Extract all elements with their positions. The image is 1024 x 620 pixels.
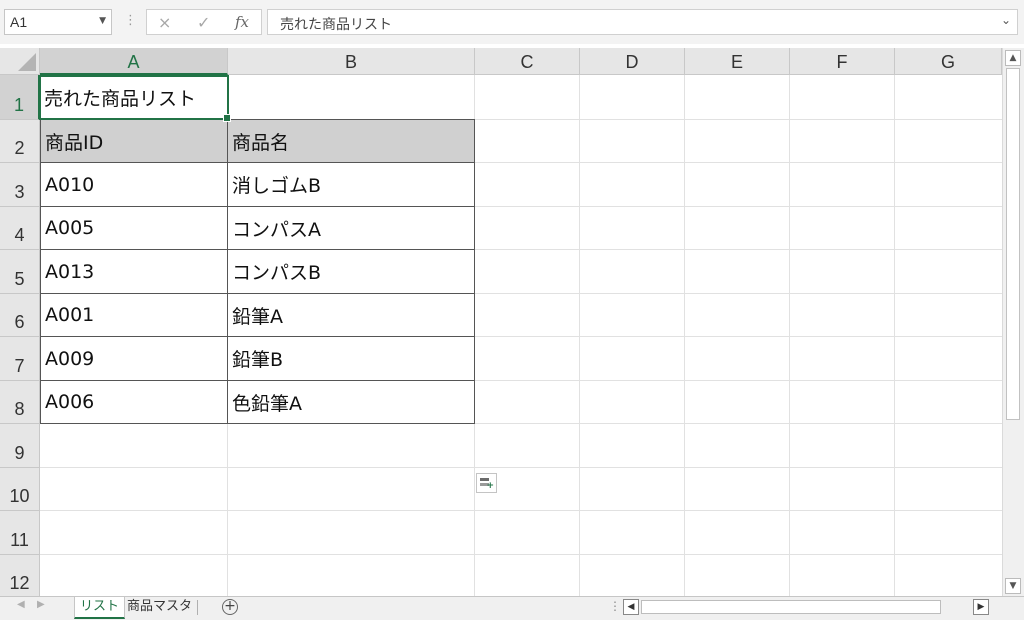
cell-a8[interactable]: A006 [40, 381, 228, 424]
enter-icon[interactable]: ✓ [197, 13, 210, 32]
cell-a3[interactable]: A010 [40, 163, 228, 207]
vertical-scroll-thumb[interactable] [1006, 68, 1020, 420]
row-number: 8 [14, 399, 25, 419]
horizontal-scroll-thumb[interactable] [641, 600, 941, 614]
scroll-up-icon[interactable]: ▲ [1005, 50, 1021, 66]
splitter-handle[interactable]: ⋮ [609, 599, 621, 613]
formula-bar: A1 ▼ ⋮ × ✓ fx 売れた商品リスト ⌄ [0, 0, 1024, 44]
column-header-b[interactable]: B [228, 48, 475, 75]
formula-buttons: × ✓ fx [146, 9, 262, 35]
scroll-right-icon[interactable]: ▶ [973, 599, 989, 615]
row-number: 9 [14, 443, 25, 463]
cell-b7[interactable]: 鉛筆B [228, 337, 475, 381]
row-number: 12 [9, 573, 30, 593]
cell-b8[interactable]: 色鉛筆A [228, 381, 475, 424]
gridline [40, 510, 1002, 511]
tab-separator [197, 600, 198, 615]
row-header-4[interactable]: 4 [0, 207, 40, 250]
column-header-a[interactable]: A [40, 48, 228, 75]
cell-a5[interactable]: A013 [40, 250, 228, 294]
row-number: 3 [14, 182, 25, 202]
row-header-8[interactable]: 8 [0, 381, 40, 424]
spreadsheet-grid[interactable]: A B C D E F G 1 2 3 4 5 6 7 8 9 10 11 12… [0, 48, 1002, 596]
cell-b4[interactable]: コンパスA [228, 207, 475, 250]
row-header-12[interactable]: 12 [0, 555, 40, 596]
active-cell-selection[interactable] [39, 75, 231, 122]
row-header-7[interactable]: 7 [0, 337, 40, 381]
row-header-3[interactable]: 3 [0, 163, 40, 207]
tab-product-master[interactable]: 商品マスタ [122, 597, 197, 619]
chevron-down-icon[interactable]: ▼ [99, 16, 106, 26]
cell-b5[interactable]: コンパスB [228, 250, 475, 294]
gridline [40, 467, 1002, 468]
row-number: 2 [14, 138, 25, 158]
fill-handle[interactable] [223, 114, 231, 122]
row-header-5[interactable]: 5 [0, 250, 40, 294]
row-number: 5 [14, 269, 25, 289]
tab-list[interactable]: リスト [74, 597, 126, 619]
formula-input[interactable]: 売れた商品リスト ⌄ [267, 9, 1018, 35]
cell-b2-header[interactable]: 商品名 [228, 119, 475, 163]
name-box-value: A1 [10, 14, 28, 30]
column-header-c[interactable]: C [475, 48, 580, 75]
column-header-d[interactable]: D [580, 48, 685, 75]
quick-analysis-icon[interactable]: + [476, 473, 497, 493]
row-header-1[interactable]: 1 [0, 75, 40, 120]
add-sheet-icon[interactable]: + [222, 599, 238, 615]
splitter-handle[interactable]: ⋮ [124, 13, 137, 28]
scroll-left-icon[interactable]: ◀ [623, 599, 639, 615]
tab-scroll-right-icon[interactable]: ▶ [37, 599, 45, 610]
cell-a7[interactable]: A009 [40, 337, 228, 381]
formula-content: 売れた商品リスト [280, 17, 392, 33]
name-box[interactable]: A1 ▼ [4, 9, 112, 35]
row-number: 1 [13, 95, 24, 115]
row-header-9[interactable]: 9 [0, 424, 40, 468]
cancel-icon[interactable]: × [158, 13, 171, 32]
row-number: 6 [14, 312, 25, 332]
scroll-down-icon[interactable]: ▼ [1005, 578, 1021, 594]
row-header-10[interactable]: 10 [0, 468, 40, 511]
row-number: 7 [14, 356, 25, 376]
cell-b6[interactable]: 鉛筆A [228, 294, 475, 337]
cell-a4[interactable]: A005 [40, 207, 228, 250]
row-header-11[interactable]: 11 [0, 511, 40, 555]
cell-a6[interactable]: A001 [40, 294, 228, 337]
cell-b3[interactable]: 消しゴムB [228, 163, 475, 207]
gridline [40, 554, 1002, 555]
column-header-f[interactable]: F [790, 48, 895, 75]
sheet-tab-bar: ◀ ▶ リスト 商品マスタ + ⋮ ◀ ▶ [0, 596, 1024, 620]
horizontal-scrollbar[interactable]: ◀ ▶ [623, 599, 1005, 616]
vertical-scrollbar[interactable]: ▲ ▼ [1002, 48, 1024, 596]
row-header-2[interactable]: 2 [0, 120, 40, 163]
select-all-button[interactable] [0, 48, 40, 75]
column-header-e[interactable]: E [685, 48, 790, 75]
row-header-6[interactable]: 6 [0, 294, 40, 337]
row-number: 11 [10, 530, 29, 550]
tab-scroll-left-icon[interactable]: ◀ [17, 599, 25, 610]
column-header-g[interactable]: G [895, 48, 1002, 75]
cell-a2-header[interactable]: 商品ID [40, 119, 228, 163]
row-number: 10 [9, 486, 30, 506]
expand-formula-icon[interactable]: ⌄ [1001, 13, 1011, 27]
row-number: 4 [14, 225, 25, 245]
insert-function-icon[interactable]: fx [235, 13, 249, 31]
